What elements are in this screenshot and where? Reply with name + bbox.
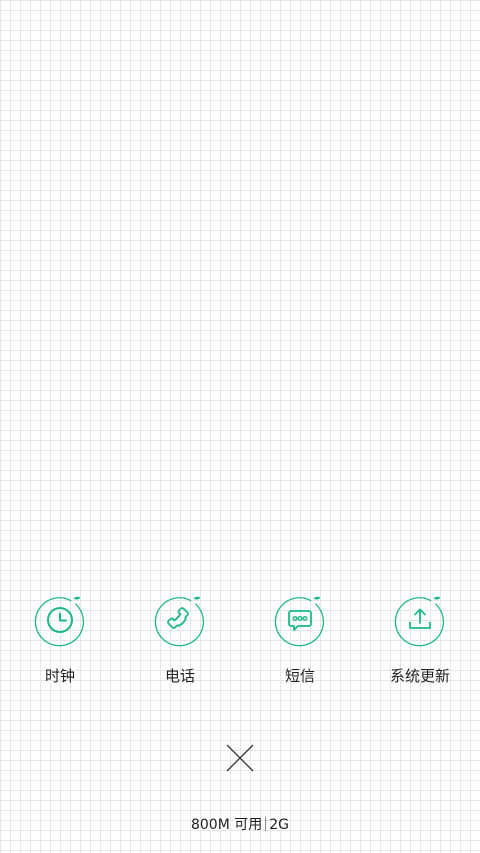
- recent-app-system-update[interactable]: 系统更新: [360, 593, 480, 693]
- phone-icon: [153, 593, 207, 647]
- memory-total: 2G: [269, 817, 290, 833]
- close-icon: [226, 744, 254, 772]
- recent-apps-row: 时钟 电话 短信 系统更新: [0, 593, 480, 693]
- memory-separator: [265, 817, 267, 831]
- recent-app-messages[interactable]: 短信: [240, 593, 360, 693]
- clock-icon: [33, 593, 87, 647]
- recent-app-clock[interactable]: 时钟: [0, 593, 120, 693]
- upload-icon: [393, 593, 447, 647]
- recent-app-label: 电话: [164, 667, 195, 685]
- recent-app-label: 短信: [284, 667, 315, 685]
- message-icon: [273, 593, 327, 647]
- recent-app-phone[interactable]: 电话: [120, 593, 240, 693]
- memory-status: 800M 可用 2G: [0, 816, 480, 834]
- clear-all-button[interactable]: [224, 742, 256, 774]
- recent-app-label: 系统更新: [389, 667, 450, 685]
- recent-app-label: 时钟: [44, 667, 75, 685]
- memory-available: 800M 可用: [190, 817, 263, 833]
